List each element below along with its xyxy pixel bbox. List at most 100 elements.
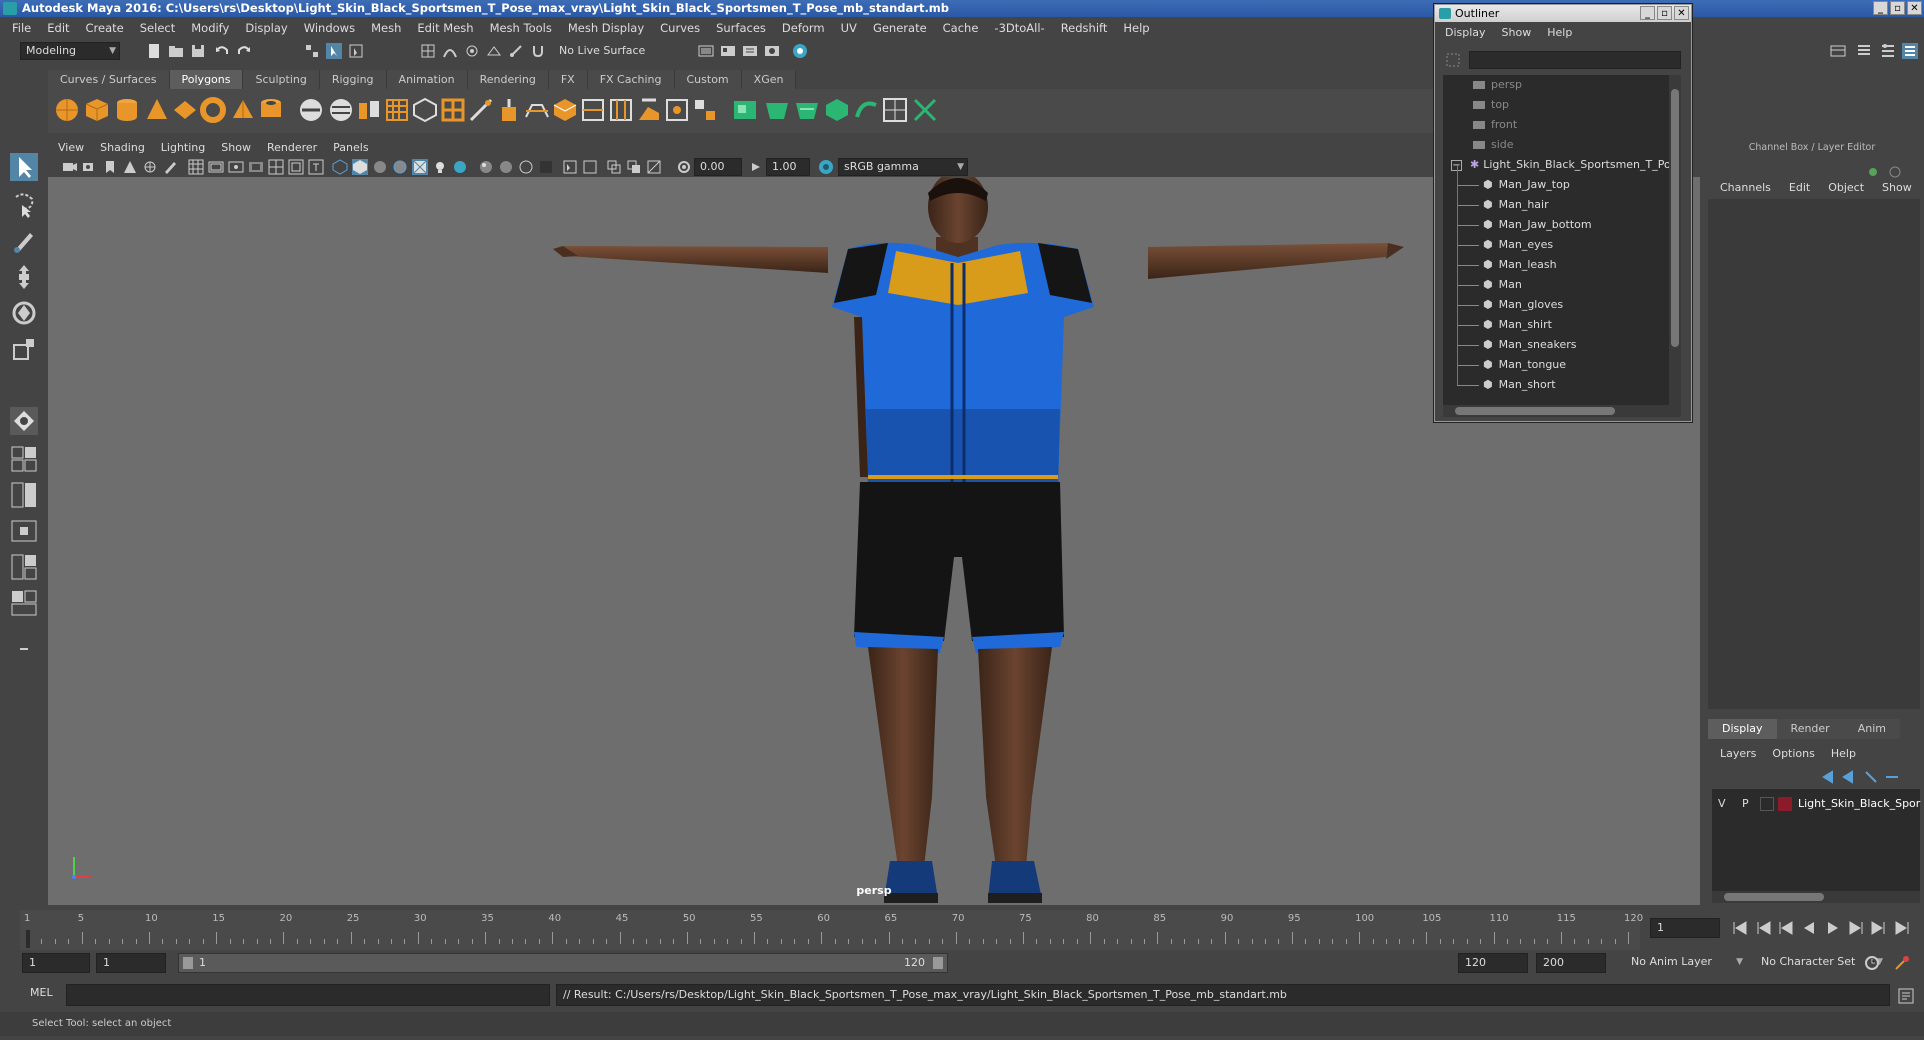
wireframe-on-shaded-icon[interactable] [392,159,408,175]
layer-list-scrollbar[interactable] [1712,891,1920,903]
channel-box-key-icon[interactable] [1866,165,1880,179]
poly-pyramid-icon[interactable] [230,97,256,123]
menu-select[interactable]: Select [140,21,175,35]
redo-icon[interactable] [236,43,252,59]
layer-name[interactable]: Light_Skin_Black_Spor [1798,797,1920,810]
menu-display[interactable]: Display [245,21,287,35]
time-slider[interactable]: 1 5 10 15 20 25 30 35 40 45 50 55 60 65 70 75 80 85 90 95 10… [20,910,1643,950]
viewport-menu-renderer[interactable]: Renderer [267,141,317,154]
viewport-menu-shading[interactable]: Shading [100,141,145,154]
select-hierarchy-icon[interactable] [304,43,320,59]
shelf-tab-fx-caching[interactable]: FX Caching [587,70,675,89]
shelf-tab-custom[interactable]: Custom [674,70,742,89]
step-forward-frame-icon[interactable] [1849,921,1863,935]
field-chart-icon[interactable] [268,159,284,175]
mode-selector[interactable]: Modeling ▼ [20,42,120,60]
poly-pipe-icon[interactable] [258,97,284,123]
bookmark-icon[interactable] [102,159,118,175]
undo-icon[interactable] [214,43,230,59]
smooth-shade-icon[interactable] [352,159,368,175]
menu-deform[interactable]: Deform [782,21,825,35]
planar-map-icon[interactable] [764,97,790,123]
multisample-aa-icon[interactable] [518,159,534,175]
menu-curves[interactable]: Curves [660,21,700,35]
outliner-maximize-button[interactable]: ▫ [1657,6,1672,20]
outliner-title-bar[interactable]: Outliner _ ▫ ✕ [1435,5,1691,22]
snap-magnet-icon[interactable] [530,43,546,59]
resolution-gate-icon[interactable] [228,159,244,175]
play-forwards-icon[interactable] [1828,922,1838,934]
cylindrical-map-icon[interactable] [794,97,820,123]
layer-menu-help[interactable]: Help [1831,747,1856,760]
image-plane-icon[interactable] [122,159,138,175]
menu-edit[interactable]: Edit [47,21,69,35]
outliner-item-man-short[interactable]: ⬢ Man_short [1457,375,1556,395]
ipr-render-icon[interactable] [742,43,758,59]
animation-preferences-icon[interactable] [1894,955,1910,971]
uv-editor-icon[interactable] [732,97,758,123]
range-end-handle[interactable] [933,957,943,969]
outliner-item-man-sneakers[interactable]: ⬢ Man_sneakers [1457,335,1577,355]
layer-tab-display[interactable]: Display [1708,719,1777,739]
anim-layer-dropdown[interactable]: No Anim Layer ▼ [1626,953,1746,973]
go-to-end-icon[interactable] [1895,921,1909,935]
depth-of-field-icon[interactable] [538,159,554,175]
channel-menu-show[interactable]: Show [1882,181,1912,194]
outliner-item-man[interactable]: ⬢ Man [1457,275,1522,295]
layer-visibility-toggle[interactable]: V [1718,797,1726,810]
film-gate-icon[interactable] [208,159,224,175]
layer-playback-toggle[interactable]: P [1742,797,1749,810]
poly-sphere-icon[interactable] [54,97,80,123]
layer-tab-anim[interactable]: Anim [1843,719,1900,739]
gamma-field[interactable]: 1.00 [766,158,810,176]
bridge-icon[interactable] [524,97,550,123]
outliner-menu-show[interactable]: Show [1502,26,1532,39]
layout-uv-icon[interactable] [882,97,908,123]
poly-cone-icon[interactable] [144,97,170,123]
menu-windows[interactable]: Windows [304,21,355,35]
xray-joints-icon[interactable] [606,159,622,175]
multi-cut-icon[interactable] [468,97,494,123]
outliner-item-man-jaw-bottom[interactable]: ⬢ Man_Jaw_bottom [1457,215,1592,235]
outliner-search-input[interactable] [1469,51,1681,69]
menu-surfaces[interactable]: Surfaces [716,21,766,35]
animation-start-field[interactable]: 1 [22,953,90,973]
channel-menu-channels[interactable]: Channels [1720,181,1771,194]
screen-space-ao-icon[interactable] [478,159,494,175]
layout-single-view-icon[interactable] [10,517,38,545]
scroll-thumb[interactable] [1455,407,1615,415]
append-polygon-icon[interactable] [636,97,662,123]
animation-end-field[interactable]: 200 [1536,953,1606,973]
outliner-item-man-jaw-top[interactable]: ⬢ Man_Jaw_top [1457,175,1570,195]
smooth-icon[interactable] [384,97,410,123]
scale-tool-icon[interactable] [10,335,38,363]
viewport-menu-panels[interactable]: Panels [333,141,368,154]
outliner-menu-help[interactable]: Help [1547,26,1572,39]
outliner-vertical-scrollbar[interactable] [1669,75,1681,405]
outliner-item-camera-persp[interactable]: persp [1473,75,1522,95]
select-object-icon[interactable] [326,43,342,59]
maximize-button[interactable]: ▫ [1890,1,1905,15]
shelf-tab-rigging[interactable]: Rigging [319,70,387,89]
hypershade-icon[interactable] [792,43,808,59]
command-input[interactable] [66,984,550,1006]
shelf-tab-polygons[interactable]: Polygons [169,70,244,89]
safe-title-icon[interactable] [308,159,324,175]
go-to-start-icon[interactable] [1733,921,1747,935]
viewport-menu-show[interactable]: Show [221,141,251,154]
select-component-icon[interactable] [348,43,364,59]
xray-components-icon[interactable] [626,159,642,175]
shelf-tab-xgen[interactable]: XGen [741,70,797,89]
menu-uv[interactable]: UV [841,21,857,35]
outliner-menu-display[interactable]: Display [1445,26,1486,39]
menu-mesh-tools[interactable]: Mesh Tools [490,21,552,35]
playback-start-field[interactable]: 1 [96,953,166,973]
isolate-select-icon[interactable] [562,159,578,175]
snap-grid-icon[interactable] [420,43,436,59]
reduce-icon[interactable] [412,97,438,123]
render-settings-icon[interactable] [764,43,780,59]
outliner-close-button[interactable]: ✕ [1674,6,1689,20]
layout-outliner-icon[interactable] [10,589,38,617]
playback-end-field[interactable]: 120 [1458,953,1528,973]
save-scene-icon[interactable] [190,43,206,59]
